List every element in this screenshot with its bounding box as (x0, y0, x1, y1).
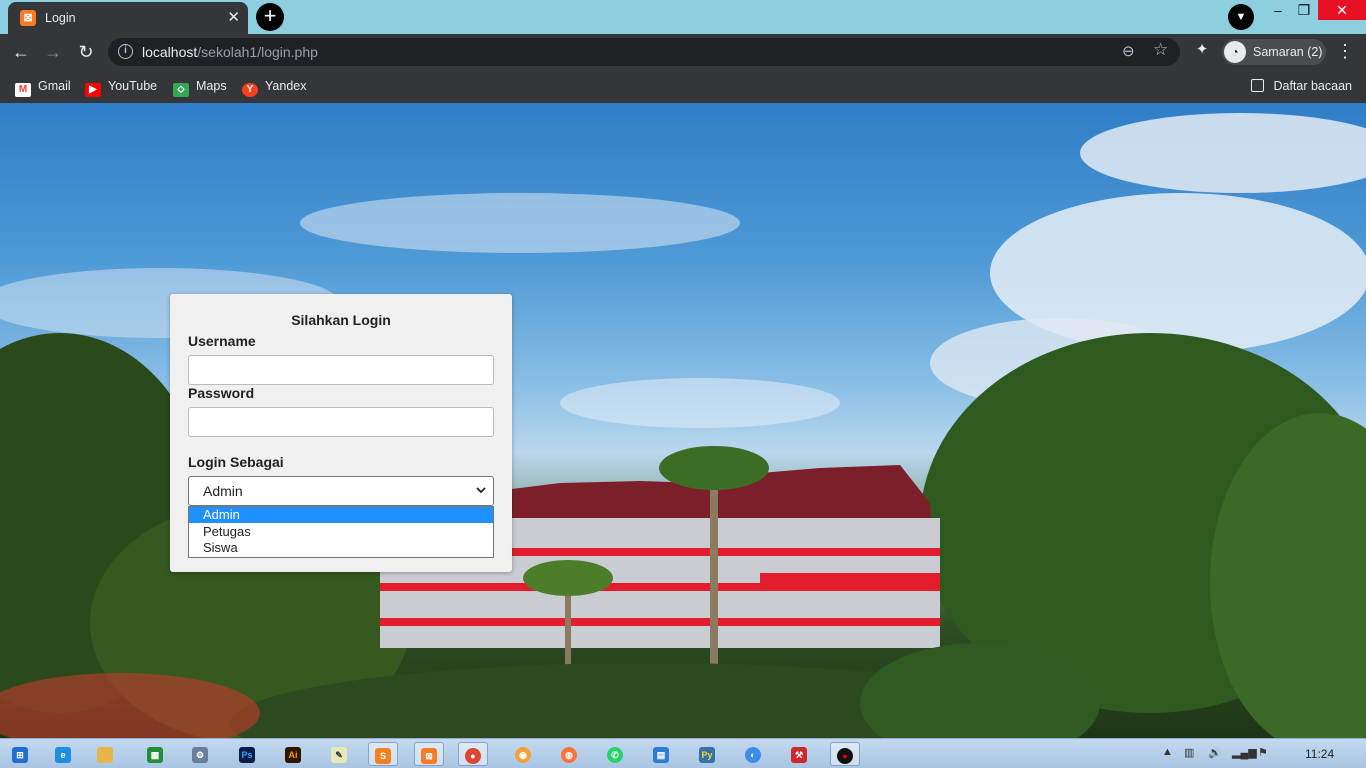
browser-toolbar: ← → ↻ i localhost/sekolah1/login.php ⊖ ☆… (0, 34, 1366, 70)
chrome-icon[interactable]: ● (458, 742, 488, 766)
restore-button[interactable]: ❐ (1292, 0, 1316, 20)
settings-app-icon[interactable]: ⚙ (185, 742, 215, 766)
file-explorer-icon[interactable] (90, 742, 120, 766)
tab-login[interactable]: ⊠ Login ✕ (8, 2, 248, 34)
username-label: Username (188, 333, 256, 349)
record-app-icon[interactable]: ● (830, 742, 860, 766)
gmail-icon: M (15, 83, 31, 97)
profile-label: Samaran (2) (1253, 45, 1323, 59)
bookmark-youtube[interactable]: ▶ YouTube (85, 77, 157, 97)
spreadsheet-app-icon[interactable]: ▦ (140, 742, 170, 766)
maps-icon: ⬦ (173, 83, 189, 97)
incognito-profile-button[interactable]: ◔ Samaran (2) (1222, 39, 1326, 65)
chevron-down-icon (476, 487, 486, 494)
url-text: localhost/sekolah1/login.php (142, 44, 318, 60)
reload-icon[interactable]: ↻ (75, 41, 97, 63)
python-icon[interactable]: Py (692, 742, 722, 766)
notepad-icon[interactable]: ✎ (324, 742, 354, 766)
login-heading: Silahkan Login (291, 312, 391, 328)
site-info-icon[interactable]: i (118, 44, 133, 59)
bookmark-star-icon[interactable]: ☆ (1153, 40, 1168, 60)
address-bar[interactable]: i localhost/sekolah1/login.php ⊖ ☆ (108, 38, 1180, 66)
sublime-text-icon[interactable]: S (368, 742, 398, 766)
role-label: Login Sebagai (188, 454, 284, 470)
back-icon[interactable]: ← (10, 41, 32, 63)
illustrator-icon[interactable]: Ai (278, 742, 308, 766)
password-input[interactable] (188, 407, 494, 437)
photoshop-icon[interactable]: Ps (232, 742, 262, 766)
browser-app-icon[interactable]: ◐ (738, 742, 768, 766)
media-app-icon[interactable]: ◉ (508, 742, 538, 766)
role-option-petugas[interactable]: Petugas (189, 524, 493, 540)
window-close-button[interactable]: ✕ (1318, 0, 1366, 20)
internet-explorer-icon[interactable]: e (48, 742, 78, 766)
role-selected-value: Admin (203, 483, 243, 499)
tray-signal-icon[interactable]: ▂▄▆ (1232, 746, 1257, 759)
xampp-icon[interactable]: ⊠ (414, 742, 444, 766)
tab-title: Login (45, 11, 76, 25)
role-option-admin[interactable]: Admin (189, 507, 493, 523)
username-input[interactable] (188, 355, 494, 385)
new-tab-button[interactable]: + (256, 3, 284, 31)
youtube-icon: ▶ (85, 83, 101, 97)
bookmark-gmail[interactable]: M Gmail (15, 77, 71, 97)
password-label: Password (188, 385, 255, 401)
tray-notification-icon[interactable]: ⚑ (1258, 746, 1268, 759)
tab-strip: ⊠ Login ✕ + ▼ – ❐ ✕ (0, 0, 1366, 34)
menu-kebab-icon[interactable]: ⋮ (1336, 40, 1354, 62)
tray-chevron-up-icon[interactable]: ▲ (1162, 746, 1173, 758)
extensions-icon[interactable]: ✦ (1192, 40, 1212, 60)
whatsapp-icon[interactable]: ✆ (600, 742, 630, 766)
store-app-icon[interactable]: ▤ (646, 742, 676, 766)
zoom-icon[interactable]: ⊖ (1122, 42, 1135, 60)
tray-volume-icon[interactable]: 🔊 (1208, 746, 1222, 759)
role-option-siswa[interactable]: Siswa (189, 540, 493, 556)
firefox-icon[interactable]: ◍ (554, 742, 584, 766)
xampp-favicon-icon: ⊠ (20, 10, 36, 26)
windows-taskbar: ⊞ e ▦ ⚙ Ps Ai ✎ S ⊠ ● ◉ ◍ ✆ ▤ Py ◐ ⚒ ● ▲… (0, 738, 1366, 768)
tab-close-icon[interactable]: ✕ (227, 8, 240, 26)
tab-search-button[interactable]: ▼ (1228, 4, 1254, 30)
tray-network-device-icon[interactable]: ▥ (1184, 746, 1194, 759)
reading-list-button[interactable]: Daftar bacaan (1251, 77, 1352, 95)
windows-start-icon[interactable]: ⊞ (5, 742, 35, 766)
incognito-icon: ◔ (1224, 41, 1246, 63)
reading-list-icon (1251, 79, 1265, 92)
forward-icon[interactable]: → (42, 41, 64, 63)
yandex-icon: Y (242, 83, 258, 97)
page-viewport: Silahkan Login Username Password Login S… (0, 103, 1366, 738)
role-dropdown-list: Admin Petugas Siswa (188, 506, 494, 558)
minimize-button[interactable]: – (1266, 0, 1290, 20)
bookmark-yandex[interactable]: Y Yandex (242, 77, 306, 97)
role-select[interactable]: Admin (188, 476, 494, 506)
taskbar-clock[interactable]: 11:24 (1305, 747, 1334, 761)
bookmark-maps[interactable]: ⬦ Maps (173, 77, 227, 97)
tools-app-icon[interactable]: ⚒ (784, 742, 814, 766)
login-form: Silahkan Login Username Password Login S… (170, 294, 512, 572)
bookmarks-bar: M Gmail ▶ YouTube ⬦ Maps Y Yandex Daftar bac… (0, 70, 1366, 103)
